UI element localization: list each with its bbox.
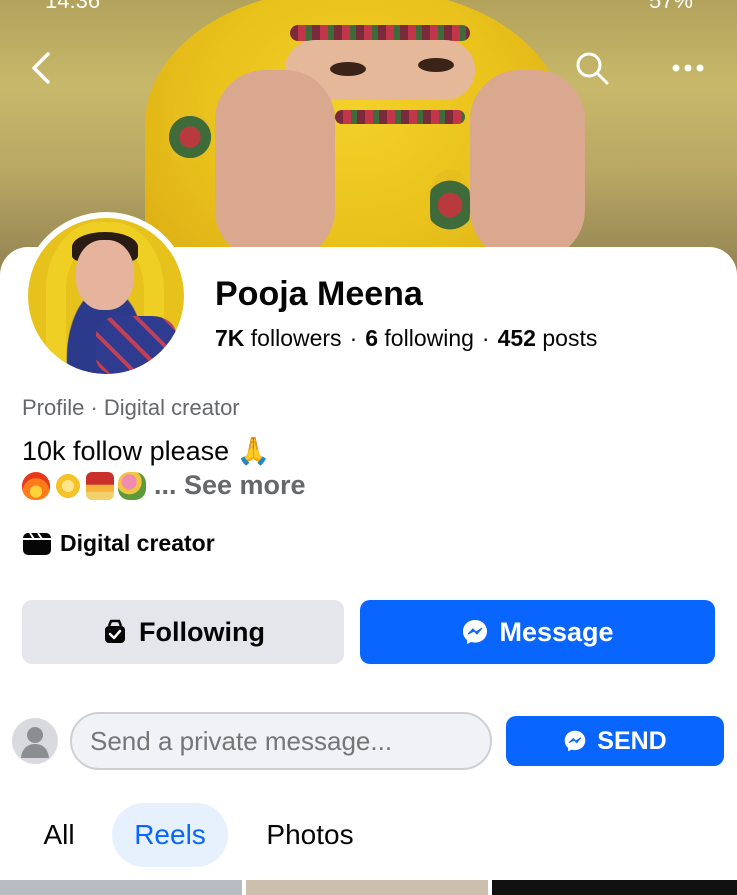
media-grid [0,880,737,895]
media-thumbnail[interactable] [246,880,488,895]
sunset-emoji [86,471,114,500]
media-thumbnail[interactable] [492,880,737,895]
see-more-link[interactable]: ... See more [154,470,306,501]
bio-text: 10k follow please 🙏 [22,436,271,466]
separator-dot: · [349,325,358,351]
avatar-face [76,240,134,310]
cover-eye-left [330,62,366,76]
battery-level: 57% [648,0,693,13]
cover-hand-left [215,70,335,260]
viewer-avatar [12,718,58,764]
search-button[interactable] [570,46,614,90]
posts-label: posts [542,325,598,351]
cover-motif [168,110,212,164]
followers-label: followers [250,325,342,351]
profile-name: Pooja Meena [215,275,423,313]
cover-motif [430,170,470,240]
profile-category: Profile · Digital creator [22,395,240,420]
clapper-icon [23,531,51,555]
detail-text: Digital creator [60,530,215,556]
following-label: following [384,325,474,351]
posts-stat: 452 posts [498,325,598,351]
cover-trim [290,25,470,41]
messenger-icon [564,730,586,752]
fire-emoji [22,471,50,500]
send-button-label: SEND [597,726,667,755]
back-arrow-icon [32,52,50,84]
following-button[interactable]: Following [22,600,344,664]
followers-link[interactable]: 7K followers [215,325,342,351]
message-button[interactable]: Message [360,600,715,664]
bouquet-emoji [118,471,146,500]
status-time: 14:36 [45,0,101,13]
bio-emoji-line: ... See more [22,470,306,501]
separator-dot: · [481,325,490,351]
private-message-input[interactable] [70,712,492,770]
posts-count: 452 [497,325,536,351]
more-options-button[interactable] [666,46,710,90]
messenger-icon [463,620,488,644]
following-count: 6 [365,325,379,351]
more-icon [672,64,704,72]
cover-eye-right [418,58,454,72]
tab-all[interactable]: All [30,803,88,867]
following-button-label: Following [139,616,265,647]
cover-hand-right [470,70,585,260]
dizzy-emoji [54,471,82,500]
media-thumbnail[interactable] [0,880,242,895]
profile-detail-row: Digital creator [22,530,215,557]
cover-trim-lower [335,110,465,124]
back-button[interactable] [20,46,64,90]
message-button-label: Message [499,616,614,647]
send-button[interactable]: SEND [506,716,724,766]
tab-photos[interactable]: Photos [250,803,370,867]
followers-count: 7K [215,325,245,351]
tab-reels[interactable]: Reels [112,803,228,867]
following-link[interactable]: 6 following [365,325,474,351]
user-placeholder-icon [21,727,49,758]
search-icon [576,52,609,85]
profile-picture[interactable] [22,212,190,380]
avatar-blouse [96,316,176,374]
profile-stats: 7K followers · 6 following · 452 posts [215,325,597,352]
following-check-icon [105,619,125,643]
avatar [28,218,184,374]
status-bar: 14:36 57% [0,0,737,18]
